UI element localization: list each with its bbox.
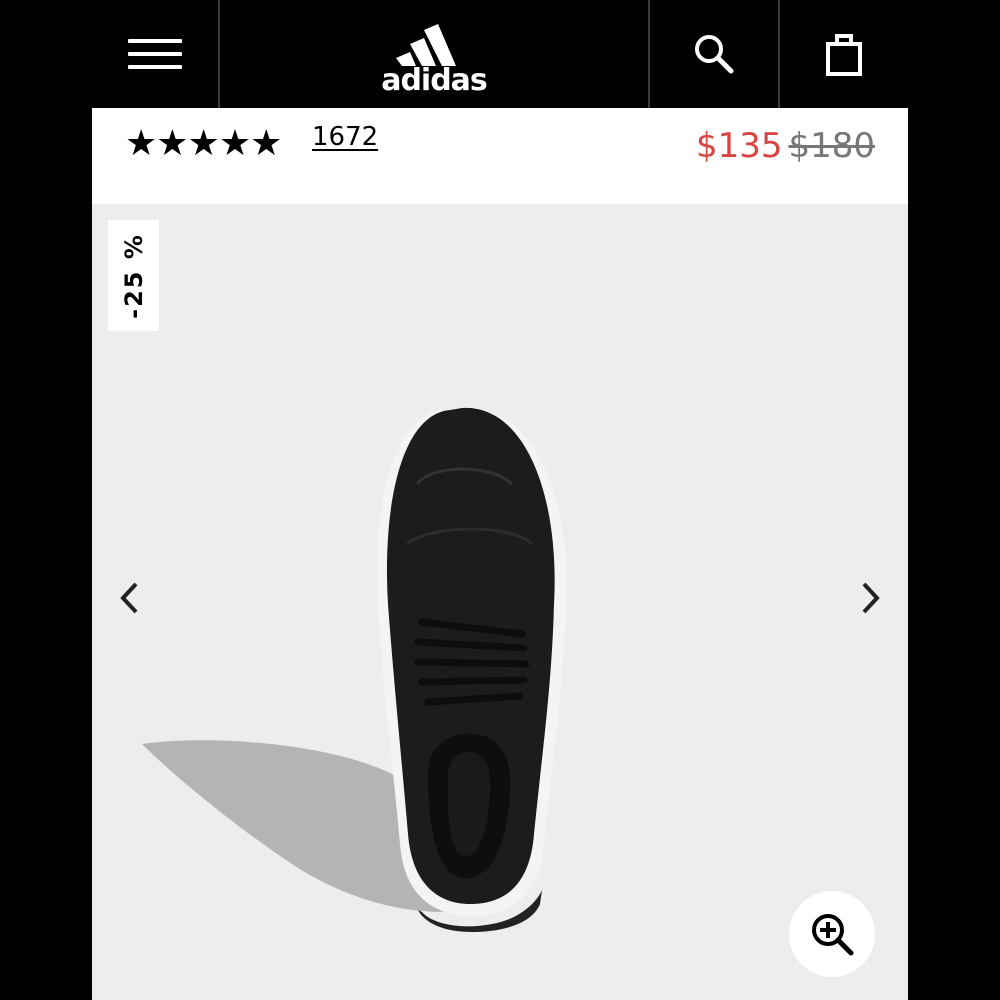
review-count-link[interactable]: 1672 xyxy=(312,122,378,152)
brand-wordmark: adidas xyxy=(381,63,488,98)
search-icon xyxy=(695,35,734,74)
chevron-right-icon xyxy=(862,582,880,614)
rating-stars: ★★★★★ xyxy=(125,123,282,164)
product-page: adidas ★★★★★ 1672 $135 $180 -25 % xyxy=(92,0,908,1000)
adidas-logo xyxy=(396,24,456,66)
zoom-in-icon xyxy=(812,914,854,956)
sale-price: $135 xyxy=(695,126,783,166)
product-info-bar: ★★★★★ 1672 $135 $180 xyxy=(92,108,908,204)
zoom-button[interactable] xyxy=(789,891,875,977)
search-button[interactable] xyxy=(650,0,780,108)
menu-icon xyxy=(128,39,182,69)
cart-button[interactable] xyxy=(780,0,908,108)
menu-button[interactable] xyxy=(92,0,220,108)
price-block: $135 $180 xyxy=(696,126,875,166)
brand-logo-link[interactable]: adidas xyxy=(220,0,650,108)
product-image xyxy=(142,407,567,932)
shopping-bag-icon xyxy=(826,34,862,76)
original-price: $180 xyxy=(788,126,875,166)
product-image-gallery[interactable]: -25 % xyxy=(92,204,908,1000)
next-image-button[interactable] xyxy=(850,578,890,618)
site-header: adidas xyxy=(92,0,908,108)
